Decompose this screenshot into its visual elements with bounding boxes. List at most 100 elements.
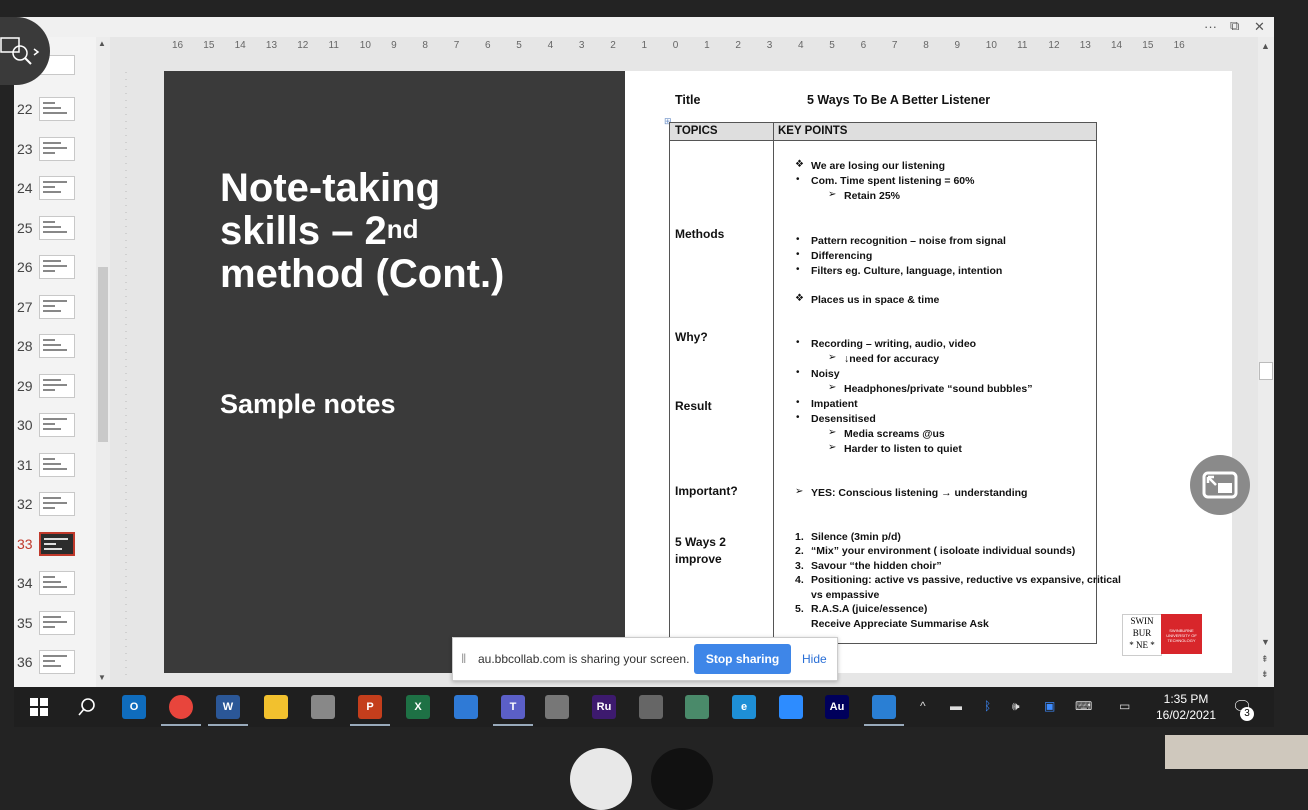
slide-preview[interactable] [39,294,75,319]
slide-preview[interactable] [39,413,75,437]
topic-important: Important? [675,484,738,498]
slide-preview[interactable] [39,136,75,161]
outlook-tray-icon[interactable]: ▣ [1044,699,1055,713]
keyboard-icon[interactable]: ⌨ [1075,699,1092,713]
more-options-icon[interactable]: ··· [1204,19,1217,34]
slide-title[interactable]: Note-taking skills – 2nd method (Cont.) [220,167,610,296]
slide-title-line-1: Note-taking [220,166,440,210]
slide-thumbnail[interactable]: 30 [14,413,104,441]
scroll-thumb[interactable] [98,267,108,442]
slide-preview[interactable] [39,610,75,635]
globe-taskbar-icon[interactable] [685,695,709,719]
slide-preview[interactable] [39,215,75,240]
scroll-down-icon[interactable]: ▼ [1261,637,1270,647]
zoom-taskbar-icon[interactable] [779,695,803,719]
drag-handle-icon[interactable]: ‖ [461,651,466,666]
ruler-tick-label: 14 [234,40,246,51]
active-app-indicator [493,724,533,726]
hide-button[interactable]: Hide [802,652,827,666]
word-taskbar-icon[interactable]: W [216,695,240,719]
teams-taskbar-icon[interactable]: T [501,695,525,719]
slide-thumbnail[interactable]: 25 [14,215,104,244]
scroll-down-icon[interactable]: ▼ [98,673,106,682]
slide-thumbnail[interactable]: 24 [14,176,104,204]
ruler-tick-label: 11 [328,40,339,51]
slide-thumbnail[interactable]: 26 [14,255,104,283]
restore-view-button[interactable] [1190,455,1250,515]
table-header-row: TOPICS KEY POINTS [670,123,1096,141]
slide-canvas[interactable]: Note-taking skills – 2nd method (Cont.) … [164,71,1232,673]
slide-preview[interactable] [39,531,75,556]
restore-icon[interactable]: ⧉ [1230,18,1239,34]
previous-slide-icon[interactable]: ⇞ [1261,654,1269,665]
next-slide-icon[interactable]: ⇟ [1261,669,1269,680]
slide-preview[interactable] [39,571,75,595]
microphone-button[interactable] [651,748,713,810]
ruler-tick-label: 12 [1048,40,1060,51]
slide-thumbnail[interactable]: 29 [14,373,104,402]
logo-text-line-2: BUR [1132,628,1152,638]
paint-taskbar-icon[interactable] [311,695,335,719]
explorer-taskbar-icon[interactable] [264,695,288,719]
close-icon[interactable]: ✕ [1254,19,1265,35]
tablet-mode-icon[interactable]: ▭ [1119,699,1130,713]
arrow-bullet-icon: ➢ [795,486,804,497]
slide-subtitle[interactable]: Sample notes [220,389,396,420]
mic-taskbar-icon[interactable] [639,695,663,719]
slide-thumbnail[interactable]: 34 [14,571,104,599]
slide-thumbnail[interactable]: 32 [14,492,104,520]
rush-taskbar-icon[interactable]: Ru [592,695,616,719]
slide-thumbnail[interactable]: 36 [14,650,104,678]
slide-preview[interactable] [39,492,75,516]
slide-preview[interactable] [39,373,75,398]
slide-number: 36 [17,654,33,670]
taskbar-clock[interactable]: 1:35 PM 16/02/2021 [1152,691,1220,723]
slide-thumbnail[interactable]: 28 [14,334,104,362]
tray-overflow-icon[interactable]: ^ [920,699,926,713]
scroll-up-icon[interactable]: ▲ [1261,41,1270,51]
keypoint: R.A.S.A (juice/essence) [811,603,928,615]
ie-taskbar-icon[interactable]: e [732,695,756,719]
slide-thumbnail[interactable]: 33 [14,531,104,560]
excel-taskbar-icon[interactable]: X [406,695,430,719]
slide-thumbnail[interactable]: 27 [14,294,104,323]
outlook-taskbar-icon[interactable]: O [122,695,146,719]
slide-preview[interactable] [39,176,75,200]
slide-number: 34 [17,575,33,591]
scroll-up-icon[interactable]: ▲ [98,39,106,48]
powerpoint-taskbar-icon[interactable]: P [358,695,382,719]
camera-taskbar-icon[interactable] [545,695,569,719]
keypoint: Differencing [811,250,873,262]
slide-scrollbar[interactable]: ▲ ▼ ⇞ ⇟ [1258,37,1274,687]
chrome-taskbar-icon[interactable] [169,695,193,719]
scroll-thumb[interactable] [1259,362,1273,380]
volume-icon[interactable]: 🕪 [1012,699,1020,714]
thumbnail-scrollbar[interactable]: ▲ ▼ [96,37,110,687]
windows-start-icon[interactable] [30,698,48,721]
avatar-button[interactable] [570,748,632,810]
keypoint: Receive Appreciate Summarise Ask [811,618,989,630]
ruler-tick-label: 4 [798,40,804,51]
slide-number: 31 [17,456,33,473]
slide-preview[interactable] [39,255,75,279]
ruler-tick-label: 15 [203,40,215,51]
bluetooth-icon[interactable]: ᛒ [984,699,991,713]
slide-thumbnail[interactable]: 35 [14,610,104,639]
tray-device-icon[interactable]: ▬ [950,699,962,713]
slide-preview[interactable] [39,650,75,674]
arrow-bullet-icon: ➢ [828,352,837,363]
photos-taskbar-icon[interactable] [872,695,896,719]
slide-preview[interactable] [39,452,75,477]
slide-thumbnail[interactable]: 22 [14,97,104,125]
onedrive-taskbar-icon[interactable] [454,695,478,719]
ruler-tick-label: 5 [516,40,522,51]
notes-table[interactable]: TOPICS KEY POINTS Methods Why? Result Im… [669,122,1121,644]
audition-taskbar-icon[interactable]: Au [825,695,849,719]
stop-sharing-button[interactable]: Stop sharing [694,644,791,674]
slide-preview[interactable] [39,334,75,358]
slide-preview[interactable] [39,97,75,121]
slide-thumbnail[interactable]: 23 [14,136,104,165]
search-icon[interactable] [77,697,97,722]
notification-badge: 3 [1240,707,1254,721]
slide-thumbnail[interactable]: 31 [14,452,104,481]
